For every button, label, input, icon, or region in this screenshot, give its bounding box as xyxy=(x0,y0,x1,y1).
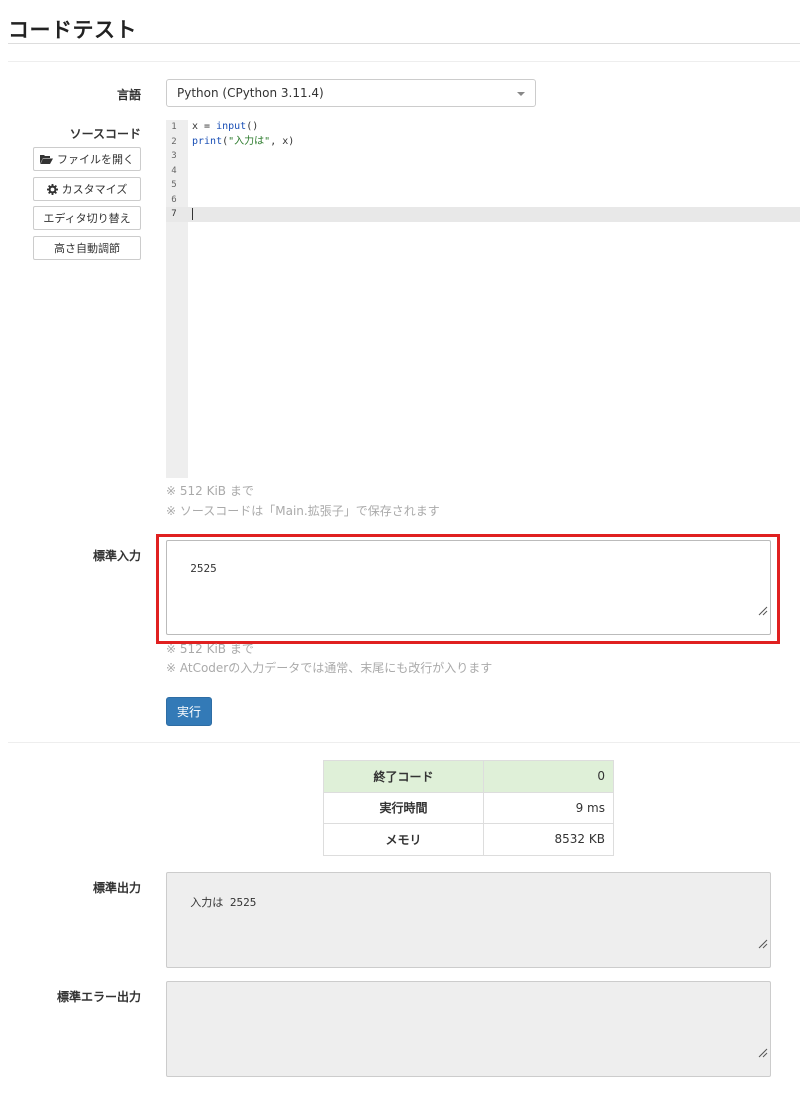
code-line: 3 xyxy=(166,149,800,164)
gear-icon xyxy=(46,183,58,195)
language-select[interactable]: Python (CPython 3.11.4) xyxy=(166,79,536,107)
result-table: 終了コード 0 実行時間 9 ms メモリ 8532 KB xyxy=(323,760,614,856)
form-top-divider xyxy=(8,61,800,62)
result-value: 8532 KB xyxy=(483,823,614,856)
switch-editor-button[interactable]: エディタ切り替え xyxy=(33,206,141,230)
source-size-help: ※ 512 KiB まで xyxy=(166,484,254,498)
customize-label: カスタマイズ xyxy=(61,183,128,196)
line-number: 6 xyxy=(171,194,177,205)
line-number: 2 xyxy=(171,136,177,147)
result-key: 実行時間 xyxy=(323,791,484,824)
run-button[interactable]: 実行 xyxy=(166,697,212,726)
code-line: 4 xyxy=(166,164,800,179)
stdin-highlight-box xyxy=(156,534,780,644)
code-editor[interactable]: 1 x = input() 2 print("入力は", x) 3 4 5 6 … xyxy=(166,120,800,478)
result-key: メモリ xyxy=(323,823,484,856)
page-title: コードテスト xyxy=(8,18,137,42)
table-row: 実行時間 9 ms xyxy=(323,791,614,824)
line-number: 5 xyxy=(171,180,177,190)
table-row: メモリ 8532 KB xyxy=(323,823,614,856)
code-line: 6 xyxy=(166,193,800,208)
auto-height-button[interactable]: 高さ自動調節 xyxy=(33,236,141,260)
result-value: 0 xyxy=(483,760,614,793)
stdin-label: 標準入力 xyxy=(92,549,141,563)
resize-handle-icon[interactable] xyxy=(732,1035,769,1074)
text-cursor xyxy=(192,208,193,220)
stderr-label: 標準エラー出力 xyxy=(56,990,141,1004)
folder-open-icon xyxy=(40,154,53,164)
result-value: 9 ms xyxy=(483,791,614,824)
line-number: 1 xyxy=(171,122,177,132)
source-save-help: ※ ソースコードは「Main.拡張子」で保存されます xyxy=(166,504,440,518)
source-code-label: ソースコード xyxy=(69,127,141,141)
code-text: x = input() xyxy=(192,121,259,132)
stdout-value: 入力は 2525 xyxy=(190,896,257,909)
stdout-textarea[interactable]: 入力は 2525 xyxy=(166,872,771,968)
code-line: 5 xyxy=(166,178,800,193)
code-line: 1 x = input() xyxy=(166,120,800,135)
code-line-active: 7 xyxy=(166,207,800,222)
line-number: 3 xyxy=(171,151,177,161)
table-row: 終了コード 0 xyxy=(323,760,614,793)
line-number: 4 xyxy=(171,165,177,176)
dropdown-caret-icon xyxy=(517,92,525,96)
customize-button[interactable]: カスタマイズ xyxy=(33,177,141,201)
stdout-label: 標準出力 xyxy=(92,881,141,895)
language-label: 言語 xyxy=(116,88,141,102)
stdin-newline-help: ※ AtCoderの入力データでは通常、末尾にも改行が入ります xyxy=(166,661,493,675)
result-divider xyxy=(8,742,800,743)
code-line: 2 print("入力は", x) xyxy=(166,135,800,150)
open-file-button[interactable]: ファイルを開く xyxy=(33,147,141,171)
stderr-textarea[interactable] xyxy=(166,981,771,1077)
resize-handle-icon[interactable] xyxy=(732,926,769,965)
title-divider xyxy=(8,43,800,44)
language-selected-value: Python (CPython 3.11.4) xyxy=(177,86,324,100)
code-text: print("入力は", x) xyxy=(192,135,295,147)
stdin-size-help: ※ 512 KiB まで xyxy=(166,642,254,656)
switch-editor-label: エディタ切り替え xyxy=(43,212,131,225)
open-file-label: ファイルを開く xyxy=(57,153,134,166)
auto-height-label: 高さ自動調節 xyxy=(54,242,120,255)
result-key: 終了コード xyxy=(323,760,484,793)
line-number: 7 xyxy=(171,209,177,219)
